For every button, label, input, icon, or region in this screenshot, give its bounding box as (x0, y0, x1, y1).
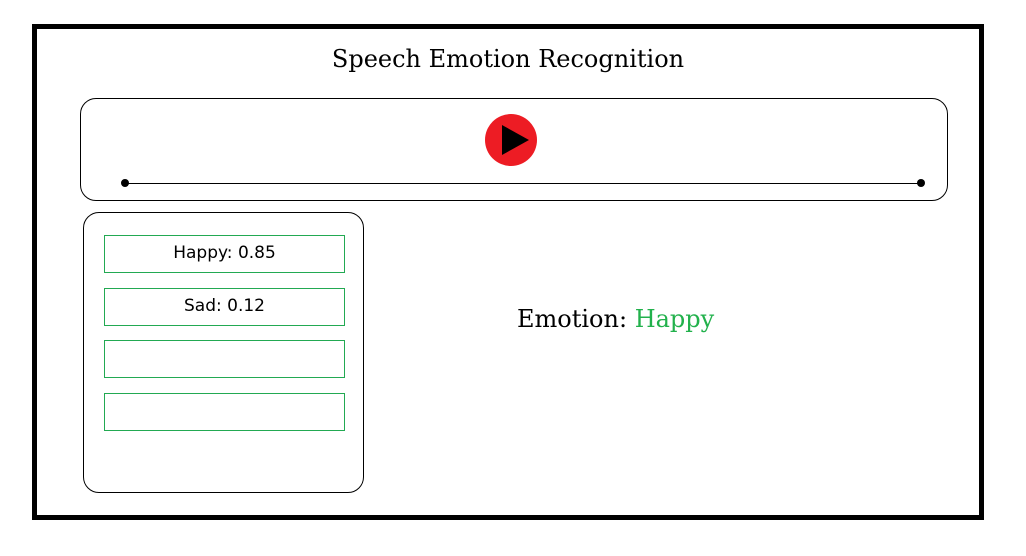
page-title: Speech Emotion Recognition (331, 45, 685, 73)
timeline-end-handle[interactable] (917, 179, 925, 187)
play-icon (502, 125, 529, 155)
emotion-display: Emotion: Happy (517, 305, 817, 333)
app-window: Speech Emotion Recognition Happy: 0.85 S… (32, 24, 984, 520)
audio-player (80, 98, 948, 201)
result-row-empty-2 (104, 393, 345, 431)
audio-timeline[interactable] (121, 179, 925, 187)
result-row-empty-1 (104, 340, 345, 378)
result-row-happy: Happy: 0.85 (104, 235, 345, 273)
emotion-value: Happy (634, 305, 715, 333)
timeline-start-handle[interactable] (121, 179, 129, 187)
results-panel: Happy: 0.85 Sad: 0.12 (83, 212, 364, 493)
play-button[interactable] (485, 114, 537, 166)
emotion-label: Emotion: (517, 305, 628, 333)
result-row-sad: Sad: 0.12 (104, 288, 345, 326)
